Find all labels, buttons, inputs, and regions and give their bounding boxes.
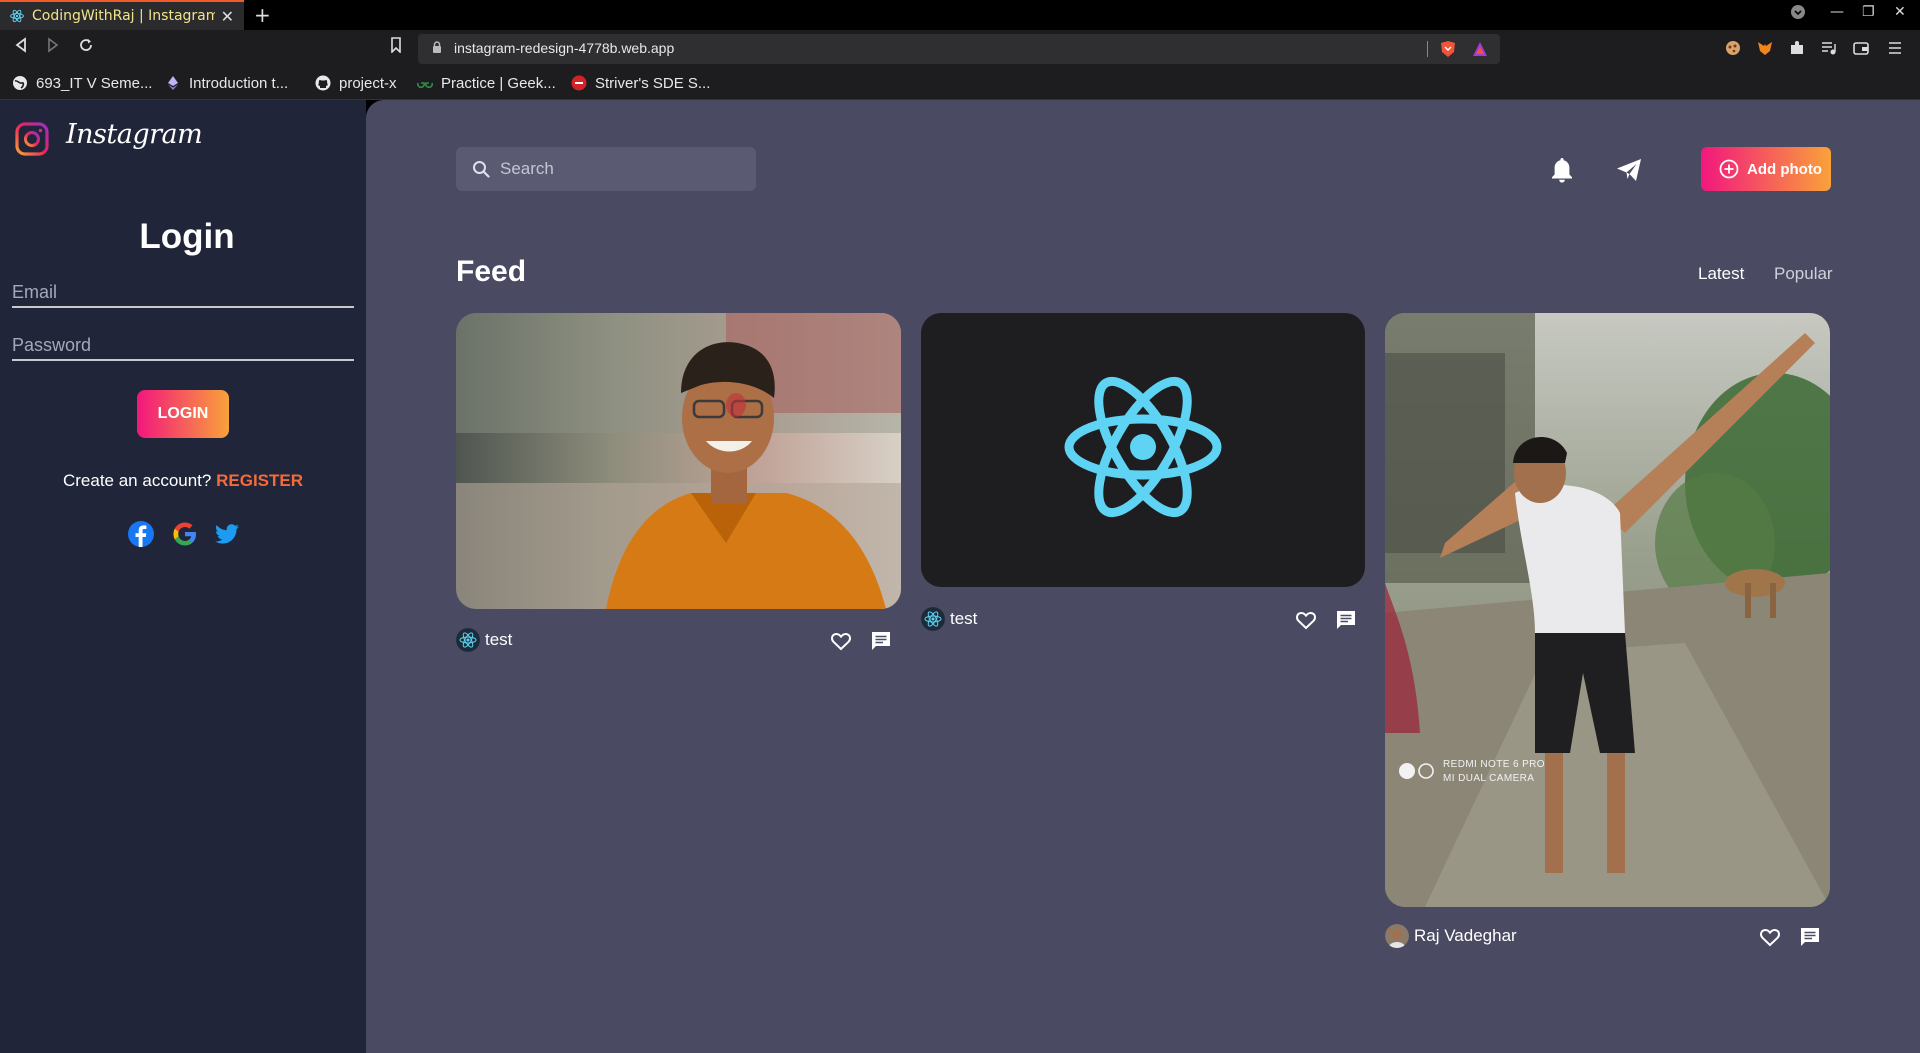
search-input[interactable]: Search — [456, 147, 756, 191]
avatar[interactable] — [1385, 924, 1409, 948]
ethereum-icon — [168, 76, 178, 90]
camera-watermark-line2: MI DUAL CAMERA — [1443, 773, 1535, 784]
bookmark-label: project-x — [339, 74, 397, 92]
new-tab-icon[interactable]: + — [254, 3, 271, 27]
forward-icon[interactable] — [46, 37, 60, 58]
takeuforward-icon — [571, 75, 587, 91]
url-text: instagram-redesign-4778b.web.app — [454, 40, 675, 56]
menu-icon[interactable] — [1887, 40, 1903, 56]
add-circle-icon — [1719, 159, 1739, 179]
bookmark-item[interactable]: 693_IT V Seme... — [12, 66, 152, 100]
like-heart-icon[interactable] — [830, 630, 852, 652]
register-prompt: Create an account? REGISTER — [0, 471, 366, 491]
bookmark-label: Striver's SDE S... — [595, 74, 711, 92]
extensions-puzzle-icon[interactable] — [1789, 40, 1805, 56]
register-link[interactable]: REGISTER — [216, 471, 303, 490]
bookmark-item[interactable]: project-x — [315, 66, 397, 100]
comment-icon[interactable] — [1799, 926, 1821, 948]
back-icon[interactable] — [14, 37, 28, 58]
bookmark-label: Introduction t... — [189, 74, 289, 92]
bookmark-page-icon[interactable] — [390, 37, 402, 58]
bookmark-item[interactable]: Striver's SDE S... — [571, 66, 710, 100]
bookmark-label: Practice | Geek... — [441, 74, 556, 92]
like-heart-icon[interactable] — [1295, 609, 1317, 631]
reload-icon[interactable] — [78, 37, 94, 58]
browser-tab-bar: CodingWithRaj | Instagram ✕ + — ❐ ✕ — [0, 0, 1920, 30]
email-field[interactable]: Email — [12, 280, 354, 308]
add-photo-button[interactable]: Add photo — [1701, 147, 1831, 191]
sidebar: Instagram Login Email Password LOGIN Cre… — [0, 100, 366, 1053]
password-placeholder: Password — [12, 335, 92, 355]
password-field[interactable]: Password — [12, 333, 354, 361]
tab-close-icon[interactable]: ✕ — [221, 7, 234, 26]
bookmarks-bar: 693_IT V Seme... Introduction t... proje… — [0, 66, 1920, 100]
minimize-icon[interactable]: — — [1830, 4, 1844, 20]
email-placeholder: Email — [12, 282, 58, 302]
google-icon[interactable] — [171, 520, 199, 548]
post-author[interactable]: Raj Vadeghar — [1414, 926, 1517, 946]
bookmark-label: 693_IT V Seme... — [36, 74, 153, 92]
metamask-icon[interactable] — [1757, 40, 1773, 56]
tab-search-icon[interactable] — [1790, 4, 1806, 24]
post-footer: test — [921, 607, 1366, 633]
globe-icon — [13, 76, 27, 90]
url-divider — [1427, 41, 1428, 57]
bookmark-item[interactable]: Practice | Geek... — [417, 66, 556, 100]
post-footer: Raj Vadeghar — [1385, 924, 1830, 950]
brave-rewards-icon[interactable] — [1472, 41, 1488, 57]
register-prompt-text: Create an account? — [62, 471, 212, 490]
bookmark-item[interactable]: Introduction t... — [165, 66, 288, 100]
tab-popular[interactable]: Popular — [1774, 264, 1833, 284]
login-button[interactable]: LOGIN — [137, 390, 229, 438]
comment-icon[interactable] — [870, 630, 892, 652]
brave-shield-icon[interactable] — [1440, 40, 1456, 58]
post-image[interactable] — [921, 313, 1365, 587]
post-image[interactable] — [456, 313, 901, 609]
github-icon — [315, 75, 331, 91]
like-heart-icon[interactable] — [1759, 926, 1781, 948]
login-title: Login — [139, 217, 235, 256]
react-favicon-icon — [10, 9, 24, 23]
wallet-icon[interactable] — [1853, 40, 1869, 56]
tab-title: CodingWithRaj | Instagram — [32, 8, 215, 24]
post-author[interactable]: test — [950, 609, 977, 629]
media-queue-icon[interactable] — [1821, 40, 1837, 56]
search-icon — [473, 161, 490, 178]
comment-icon[interactable] — [1335, 609, 1357, 631]
twitter-icon[interactable] — [213, 520, 241, 548]
close-window-icon[interactable]: ✕ — [1894, 4, 1906, 20]
geeksforgeeks-icon — [417, 82, 433, 89]
camera-watermark-line1: REDMI NOTE 6 PRO — [1443, 759, 1545, 770]
instagram-wordmark: Instagram — [66, 119, 203, 150]
tab-latest[interactable]: Latest — [1698, 264, 1744, 284]
post-footer: test — [456, 628, 901, 654]
extension-cookie-icon[interactable] — [1725, 40, 1741, 56]
address-bar[interactable]: instagram-redesign-4778b.web.app — [418, 34, 1500, 64]
avatar[interactable] — [921, 607, 945, 631]
browser-tab-active[interactable]: CodingWithRaj | Instagram ✕ — [0, 0, 244, 30]
instagram-logo-icon[interactable] — [15, 122, 49, 156]
send-message-icon[interactable] — [1616, 158, 1642, 182]
add-photo-label: Add photo — [1747, 160, 1822, 178]
post-author[interactable]: test — [485, 630, 512, 650]
search-placeholder: Search — [500, 159, 554, 178]
bell-icon[interactable] — [1549, 156, 1575, 184]
avatar[interactable] — [456, 628, 480, 652]
feed-title: Feed — [456, 255, 527, 288]
facebook-icon[interactable] — [127, 520, 155, 548]
camera-watermark: REDMI NOTE 6 PRO MI DUAL CAMERA — [1443, 758, 1545, 786]
post-image[interactable]: REDMI NOTE 6 PRO MI DUAL CAMERA — [1385, 313, 1830, 907]
lock-icon — [433, 41, 441, 53]
restore-icon[interactable]: ❐ — [1862, 4, 1875, 20]
main-content: Search Add photo Feed Latest Popular tes… — [366, 100, 1920, 1053]
